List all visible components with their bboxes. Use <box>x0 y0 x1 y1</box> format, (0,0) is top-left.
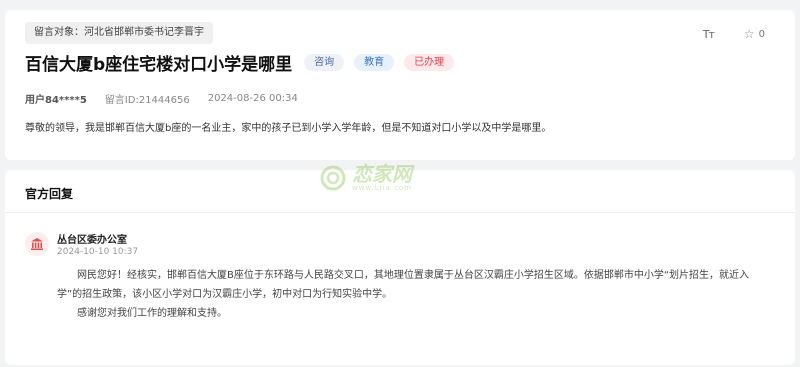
message-id: 留言ID:21444656 <box>104 95 190 106</box>
star-icon: ☆ <box>743 27 755 41</box>
reply-card: 官方回复 丛台区委办公室 2024-10-10 10:37 网民您好！经核实，邯… <box>5 170 795 365</box>
watermark: 恋家网 www.Ljia.com <box>318 163 412 193</box>
message-date: 2024-08-26 00:34 <box>207 93 298 104</box>
watermark-logo-icon <box>320 165 346 191</box>
divider <box>5 212 795 213</box>
meta-row: 用户84****5 留言ID:21444656 2024-08-26 00:34 <box>25 91 298 106</box>
government-building-icon <box>25 232 49 256</box>
title-row: 百信大厦b座住宅楼对口小学是哪里 咨询 教育 已办理 <box>25 50 455 75</box>
tag-status: 已办理 <box>404 54 455 71</box>
reply-heading: 官方回复 <box>25 187 74 201</box>
reply-body: 网民您好！经核实，邯郸百信大厦B座位于东环路与人民路交叉口，其地理位置隶属于丛台… <box>57 266 770 323</box>
toolbar: Tт ☆ 0 <box>703 27 765 41</box>
user-name: 用户84****5 <box>25 95 87 106</box>
tag-education: 教育 <box>354 54 395 71</box>
favorite-button[interactable]: ☆ 0 <box>744 27 765 41</box>
font-size-icon: Tт <box>702 27 715 41</box>
reply-paragraph: 感谢您对我们工作的理解和支持。 <box>77 308 227 319</box>
reply-org: 丛台区委办公室 <box>57 235 127 246</box>
message-card: 留言对象：河北省邯郸市委书记李晋宇 Tт ☆ 0 百信大厦b座住宅楼对口小学是哪… <box>5 10 795 160</box>
recipient-label: 留言对象：河北省邯郸市委书记李晋宇 <box>25 22 213 44</box>
favorite-count: 0 <box>758 28 765 40</box>
reply-paragraph: 网民您好！经核实，邯郸百信大厦B座位于东环路与人民路交叉口，其地理位置隶属于丛台… <box>57 270 750 300</box>
message-title: 百信大厦b座住宅楼对口小学是哪里 <box>25 55 293 75</box>
watermark-text: 恋家网 <box>352 162 412 186</box>
font-size-button[interactable]: Tт <box>702 27 715 41</box>
watermark-sub: www.Ljia.com <box>352 184 413 192</box>
message-content: 尊敬的领导，我是邯郸百信大厦b座的一名业主，家中的孩子已到小学入学年龄，但是不知… <box>25 123 552 134</box>
tag-consult: 咨询 <box>304 54 345 71</box>
reply-time: 2024-10-10 10:37 <box>57 247 139 257</box>
